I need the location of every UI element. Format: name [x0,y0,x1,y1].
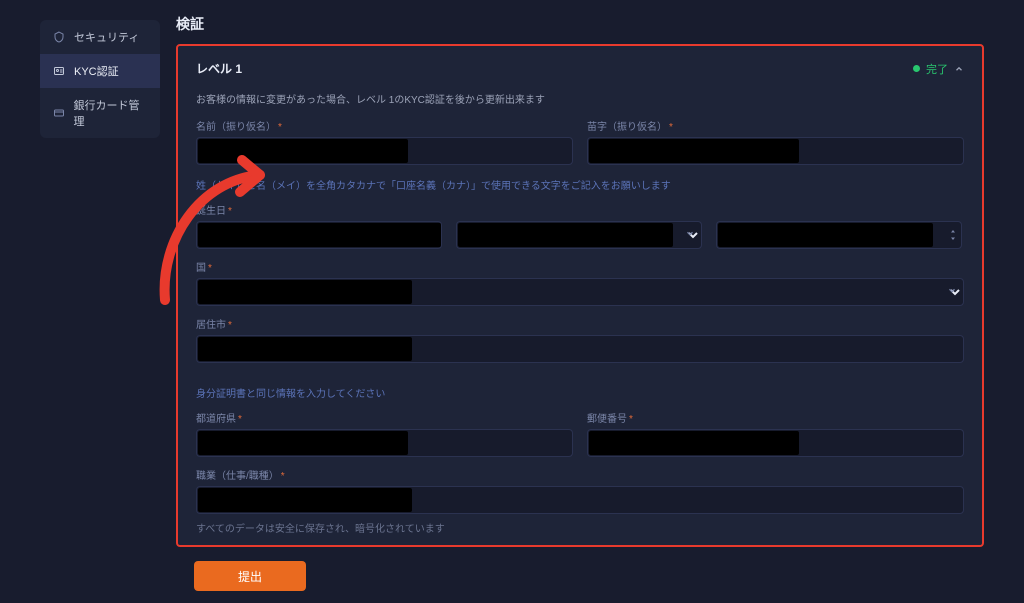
sidebar-item-bank-cards[interactable]: 銀行カード管理 [40,88,160,138]
field-occupation: 職業（仕事/職種）* [196,467,964,514]
main: 検証 レベル 1 完了 お客様の情報に変更があった場合、レベル 1のKYC認証を… [176,12,984,591]
field-prefecture: 都道府県* [196,410,573,457]
field-first-name: 名前（振り仮名）* [196,118,573,165]
field-country: 国* [196,259,964,316]
label-postal: 郵便番号* [587,410,964,425]
name-hint: 姓（セイ）と名（メイ）を全角カタカナで「口座名義（カナ）」で使用できる文字をご記… [196,177,964,192]
sidebar: セキュリティ KYC認証 銀行カード管理 [40,20,160,138]
field-birth-month [456,221,702,249]
number-stepper-icon[interactable] [949,229,957,242]
panel-description: お客様の情報に変更があった場合、レベル 1のKYC認証を後から更新出来ます [196,91,964,106]
field-last-name: 苗字（振り仮名）* [587,118,964,165]
footer-note: すべてのデータは安全に保存され、暗号化されています [196,520,964,535]
field-birth-day [716,221,962,249]
card-icon [52,106,66,120]
field-postal: 郵便番号* [587,410,964,457]
sidebar-item-kyc[interactable]: KYC認証 [40,54,160,88]
chevron-down-icon [685,229,695,242]
status-dot-icon [913,65,920,72]
label-occupation: 職業（仕事/職種）* [196,467,964,482]
panel-title: レベル 1 [196,60,242,77]
sidebar-item-label: KYC認証 [74,63,119,79]
sidebar-item-label: 銀行カード管理 [74,97,148,129]
label-country: 国* [196,259,964,274]
panel-header: レベル 1 完了 [196,60,964,77]
id-hint: 身分証明書と同じ情報を入力してください [196,385,964,400]
shield-icon [52,30,66,44]
page-title: 検証 [176,14,984,34]
label-prefecture: 都道府県* [196,410,573,425]
chevron-down-icon [947,286,957,299]
label-birthdate: 誕生日* [196,202,964,217]
submit-button[interactable]: 提出 [194,561,306,591]
status-label: 完了 [926,61,948,77]
field-city: 居住市* [196,316,964,373]
label-first-name: 名前（振り仮名）* [196,118,573,133]
sidebar-item-security[interactable]: セキュリティ [40,20,160,54]
sidebar-item-label: セキュリティ [74,29,139,45]
label-last-name: 苗字（振り仮名）* [587,118,964,133]
chevron-up-icon [954,64,964,74]
field-birth-year [196,221,442,249]
label-city: 居住市* [196,316,964,331]
id-card-icon [52,64,66,78]
status-badge[interactable]: 完了 [913,61,964,77]
kyc-level1-panel: レベル 1 完了 お客様の情報に変更があった場合、レベル 1のKYC認証を後から… [176,44,984,547]
